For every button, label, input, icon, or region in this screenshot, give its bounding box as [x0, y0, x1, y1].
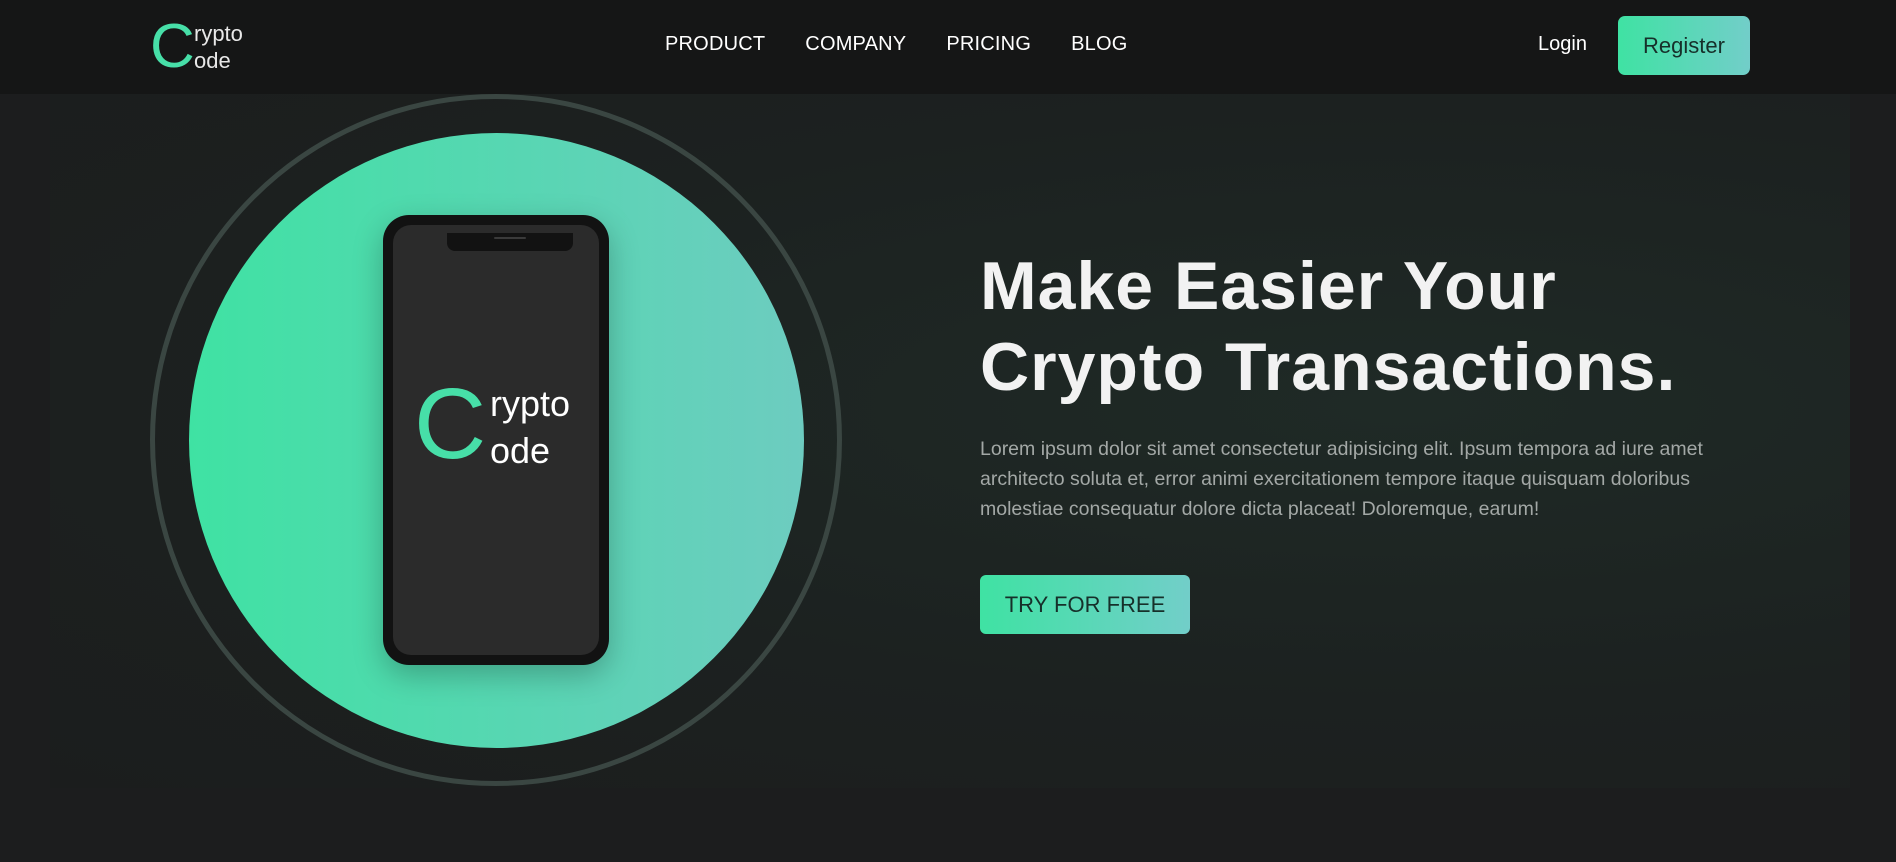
- logo-line-1: rypto: [194, 21, 243, 46]
- nav-item-pricing[interactable]: PRICING: [946, 33, 1031, 56]
- phone-notch: [447, 233, 573, 251]
- try-for-free-button[interactable]: TRY FOR FREE: [980, 575, 1190, 634]
- register-button[interactable]: Register: [1618, 16, 1750, 75]
- headline-line-2: Crypto Transactions.: [980, 329, 1677, 405]
- nav-item-product[interactable]: PRODUCT: [665, 33, 765, 56]
- phone-speaker: [494, 237, 526, 239]
- logo-letter: C: [150, 12, 195, 81]
- hero-description: Lorem ipsum dolor sit amet consectetur a…: [980, 438, 1703, 520]
- phone-logo-letter: C: [414, 368, 487, 480]
- hero-headline: Make Easier Your Crypto Transactions.: [980, 246, 1676, 408]
- logo-wordmark: rypto ode: [194, 20, 243, 74]
- phone-logo-line-1: rypto: [490, 383, 571, 424]
- logo-line-2: ode: [194, 48, 231, 73]
- phone-logo-wordmark: rypto ode: [490, 380, 570, 474]
- phone-logo-line-2: ode: [490, 430, 551, 471]
- headline-line-1: Make Easier Your: [980, 248, 1557, 324]
- top-header: C rypto ode PRODUCT COMPANY PRICING BLOG…: [0, 0, 1896, 94]
- nav-item-company[interactable]: COMPANY: [805, 33, 906, 56]
- nav-item-blog[interactable]: BLOG: [1071, 33, 1127, 56]
- login-link[interactable]: Login: [1538, 33, 1587, 56]
- main-nav: PRODUCT COMPANY PRICING BLOG: [665, 33, 1127, 56]
